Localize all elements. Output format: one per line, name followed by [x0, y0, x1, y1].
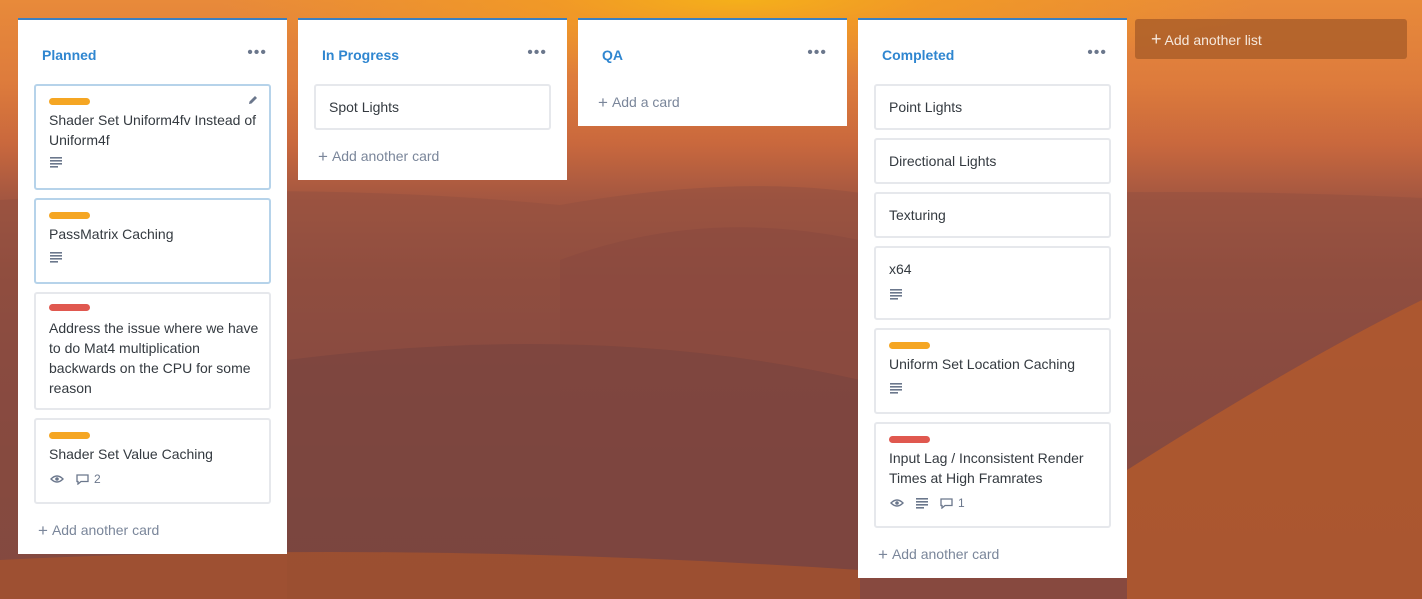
add-card-button[interactable]: + Add another card — [38, 520, 159, 540]
list-planned: Planned ••• Shader Set Uniform4fv Instea… — [18, 18, 287, 554]
card-title: Shader Set Uniform4fv Instead of Uniform… — [49, 112, 256, 148]
comment-icon — [940, 497, 953, 509]
add-card-label: Add another card — [891, 546, 1000, 562]
card-title: Directional Lights — [889, 153, 997, 169]
card-title: Point Lights — [889, 99, 963, 115]
list-header: QA ••• — [578, 20, 847, 84]
card-title: Input Lag / Inconsistent Render Times at… — [889, 450, 1084, 486]
watch-eye-icon — [890, 499, 904, 507]
add-card-button[interactable]: + Add a card — [598, 92, 680, 112]
comment-icon — [76, 473, 89, 485]
comments-badge: 2 — [76, 472, 101, 486]
add-card-label: Add another card — [51, 522, 160, 538]
card[interactable]: Uniform Set Location Caching — [874, 328, 1111, 414]
comment-count: 1 — [958, 496, 965, 510]
card[interactable]: Texturing — [874, 192, 1111, 238]
card[interactable]: x64 — [874, 246, 1111, 320]
add-list-button[interactable]: + Add another list — [1135, 19, 1407, 59]
card-title: Texturing — [889, 207, 946, 223]
card-title: Address the issue where we have to do Ma… — [49, 320, 259, 396]
card-title: Spot Lights — [329, 99, 400, 115]
list-header: Completed ••• — [858, 20, 1127, 84]
description-icon — [50, 157, 62, 168]
comments-badge: 1 — [940, 496, 965, 510]
list-menu-icon[interactable]: ••• — [527, 44, 547, 62]
card[interactable]: Spot Lights — [314, 84, 551, 130]
description-icon — [890, 383, 902, 394]
description-icon — [50, 252, 62, 263]
card[interactable]: Address the issue where we have to do Ma… — [34, 292, 271, 410]
add-card-button[interactable]: + Add another card — [318, 146, 439, 166]
card-badges: 2 — [50, 472, 101, 486]
list-title[interactable]: Completed — [882, 47, 954, 63]
comment-count: 2 — [94, 472, 101, 486]
card-badges — [50, 157, 62, 168]
list-qa: QA ••• + Add a card — [578, 18, 847, 126]
card-badges — [890, 289, 902, 300]
add-card-label: Add a card — [611, 94, 680, 110]
card[interactable]: Input Lag / Inconsistent Render Times at… — [874, 422, 1111, 528]
card[interactable]: Point Lights — [874, 84, 1111, 130]
list-in-progress: In Progress ••• Spot Lights + Add another… — [298, 18, 567, 180]
list-menu-icon[interactable]: ••• — [807, 44, 827, 62]
add-card-button[interactable]: + Add another card — [878, 544, 999, 564]
list-title[interactable]: In Progress — [322, 47, 399, 63]
list-title[interactable]: QA — [602, 47, 623, 63]
label-orange — [49, 98, 90, 105]
label-orange — [889, 342, 930, 349]
label-red — [49, 304, 90, 311]
label-red — [889, 436, 930, 443]
card-title: PassMatrix Caching — [49, 226, 174, 242]
pencil-edit-icon[interactable] — [247, 94, 259, 106]
list-header: In Progress ••• — [298, 20, 567, 84]
card-badges — [890, 383, 902, 394]
card[interactable]: Directional Lights — [874, 138, 1111, 184]
description-icon — [890, 289, 902, 300]
card-title: Uniform Set Location Caching — [889, 356, 1075, 372]
description-icon — [916, 497, 928, 509]
label-orange — [49, 432, 90, 439]
add-list-label: Add another list — [1164, 32, 1262, 48]
list-menu-icon[interactable]: ••• — [1087, 44, 1107, 62]
list-menu-icon[interactable]: ••• — [247, 44, 267, 62]
watch-eye-icon — [50, 475, 64, 483]
label-orange — [49, 212, 90, 219]
list-title[interactable]: Planned — [42, 47, 96, 63]
card-badges — [50, 252, 62, 263]
list-completed: Completed ••• Point Lights Directional L… — [858, 18, 1127, 578]
card[interactable]: Shader Set Value Caching 2 — [34, 418, 271, 504]
card-badges: 1 — [890, 496, 965, 510]
list-header: Planned ••• — [18, 20, 287, 84]
card[interactable]: PassMatrix Caching — [34, 198, 271, 284]
add-card-label: Add another card — [331, 148, 440, 164]
card[interactable]: Shader Set Uniform4fv Instead of Uniform… — [34, 84, 271, 190]
card-title: x64 — [889, 261, 912, 277]
card-title: Shader Set Value Caching — [49, 446, 213, 462]
